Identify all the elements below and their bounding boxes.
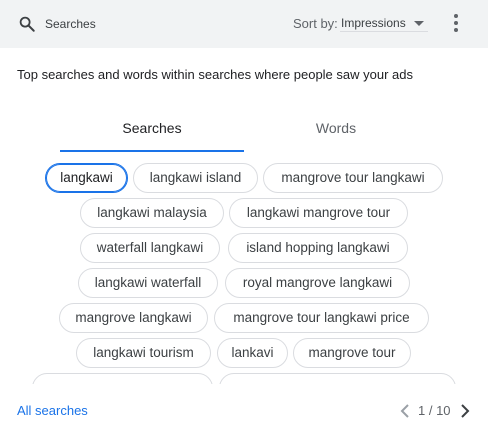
chip-langkawi-mangrove-tour[interactable]: langkawi mangrove tour bbox=[229, 198, 408, 228]
chip-partial-1[interactable] bbox=[32, 373, 213, 384]
chip-mangrove-tour-langkawi-price[interactable]: mangrove tour langkawi price bbox=[214, 303, 429, 333]
card-header: Searches Sort by: Impressions bbox=[0, 0, 488, 48]
chip-langkawi[interactable]: langkawi bbox=[45, 163, 128, 193]
chip-langkawi-tourism[interactable]: langkawi tourism bbox=[76, 338, 211, 368]
chip-langkawi-waterfall[interactable]: langkawi waterfall bbox=[78, 268, 218, 298]
search-icon bbox=[19, 16, 35, 32]
sort-value: Impressions bbox=[341, 16, 406, 30]
more-vert-icon[interactable] bbox=[450, 14, 462, 34]
chip-langkawi-island[interactable]: langkawi island bbox=[133, 163, 258, 193]
chip-royal-mangrove-langkawi[interactable]: royal mangrove langkawi bbox=[225, 268, 410, 298]
page-indicator: 1 / 10 bbox=[418, 403, 451, 418]
chevron-right-icon[interactable] bbox=[460, 404, 470, 418]
chip-waterfall-langkawi[interactable]: waterfall langkawi bbox=[80, 233, 220, 263]
active-tab-indicator bbox=[60, 150, 244, 152]
chip-lankavi[interactable]: lankavi bbox=[217, 338, 288, 368]
chip-partial-2[interactable] bbox=[219, 373, 456, 384]
pagination: 1 / 10 bbox=[398, 401, 474, 421]
sort-label: Sort by: bbox=[293, 16, 338, 31]
chip-mangrove-tour[interactable]: mangrove tour bbox=[293, 338, 411, 368]
tab-words[interactable]: Words bbox=[244, 120, 428, 136]
tab-searches[interactable]: Searches bbox=[60, 120, 244, 136]
sort-dropdown[interactable]: Impressions bbox=[340, 14, 428, 32]
searches-card: Searches Sort by: Impressions Top search… bbox=[0, 0, 488, 436]
card-title: Searches bbox=[45, 17, 96, 31]
chip-island-hopping-langkawi[interactable]: island hopping langkawi bbox=[228, 233, 408, 263]
caret-down-icon bbox=[414, 21, 424, 26]
chip-mangrove-tour-langkawi[interactable]: mangrove tour langkawi bbox=[263, 163, 443, 193]
chevron-left-icon[interactable] bbox=[400, 404, 410, 418]
card-description: Top searches and words within searches w… bbox=[17, 67, 413, 82]
chip-langkawi-malaysia[interactable]: langkawi malaysia bbox=[80, 198, 224, 228]
search-chips: langkawi langkawi island mangrove tour l… bbox=[0, 160, 488, 384]
chip-mangrove-langkawi[interactable]: mangrove langkawi bbox=[59, 303, 208, 333]
all-searches-link[interactable]: All searches bbox=[17, 403, 88, 418]
